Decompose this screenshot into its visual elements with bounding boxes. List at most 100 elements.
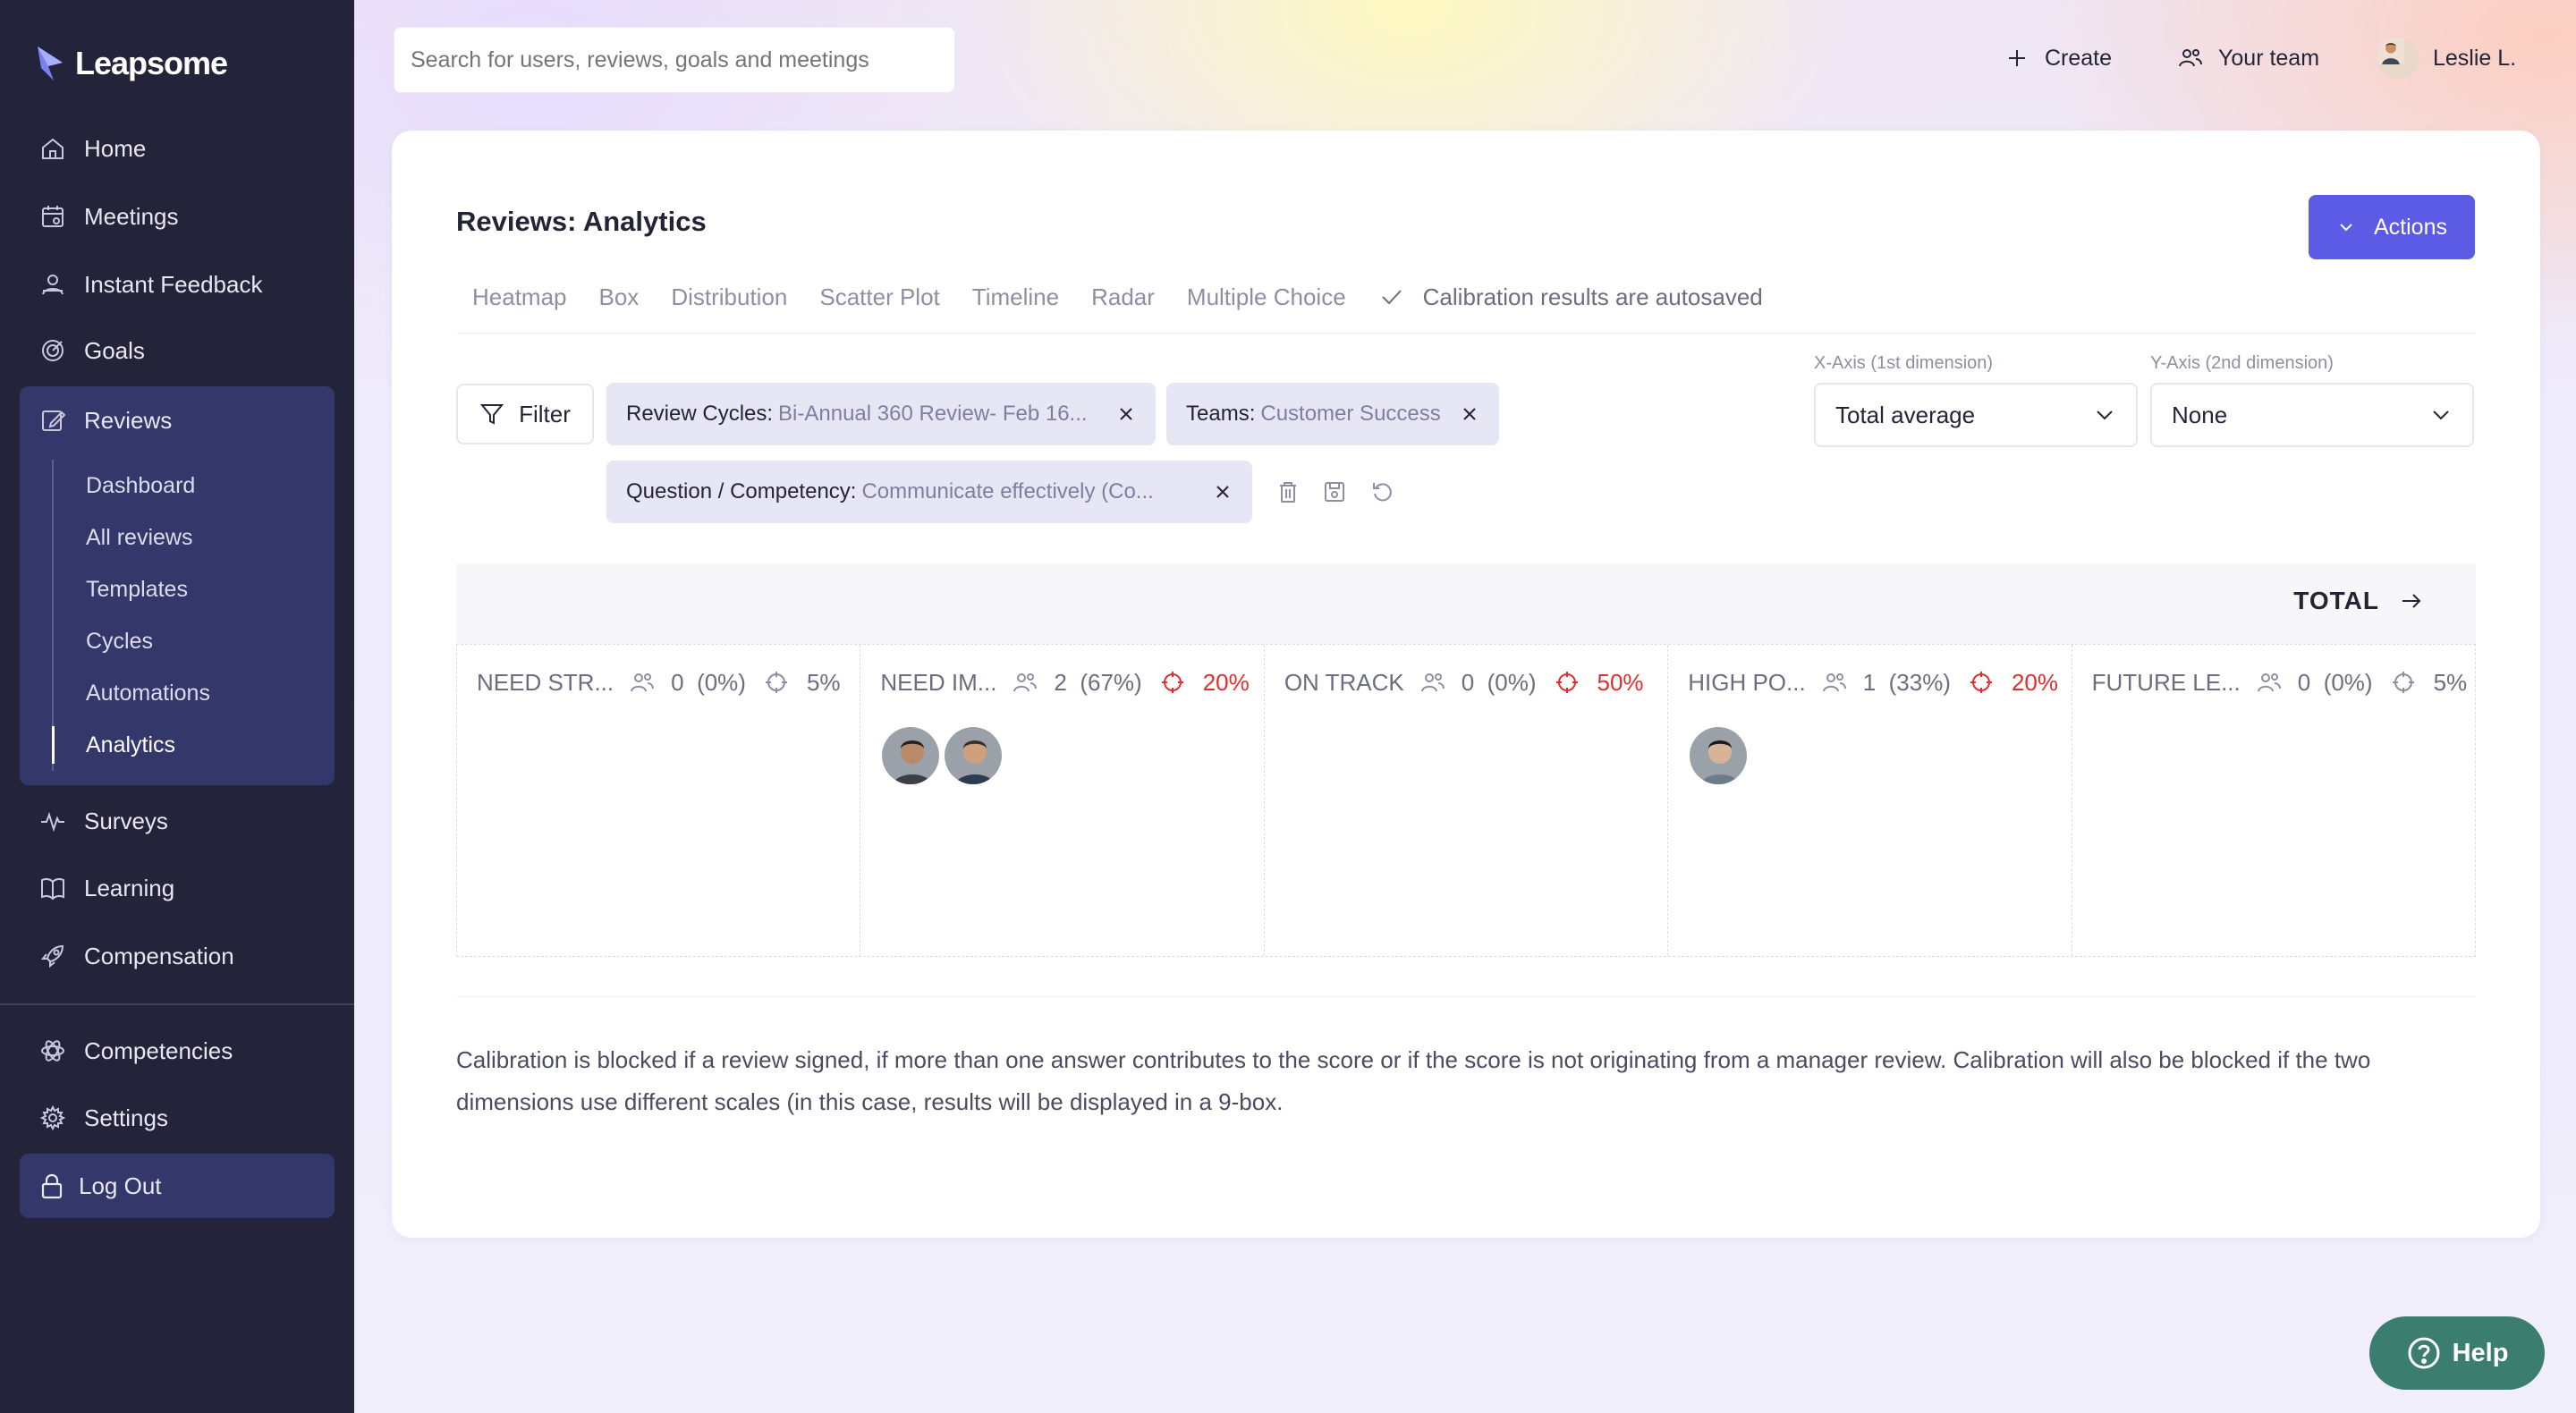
sidebar-item-label: Surveys bbox=[84, 807, 168, 834]
subnav-dashboard[interactable]: Dashboard bbox=[54, 460, 320, 512]
save-icon[interactable] bbox=[1322, 479, 1347, 504]
analytics-tabs: Heatmap Box Distribution Scatter Plot Ti… bbox=[472, 279, 1763, 315]
column-percent: (0%) bbox=[2323, 668, 2373, 696]
reset-icon[interactable] bbox=[1370, 479, 1395, 504]
close-icon[interactable] bbox=[1213, 482, 1233, 502]
column-target: 20% bbox=[2011, 668, 2059, 696]
total-label: TOTAL bbox=[2293, 587, 2379, 614]
autosave-text: Calibration results are autosaved bbox=[1422, 283, 1763, 310]
column-target: 20% bbox=[1202, 668, 1250, 696]
subnav-all-reviews[interactable]: All reviews bbox=[54, 512, 320, 563]
tab-timeline[interactable]: Timeline bbox=[972, 283, 1059, 311]
y-axis-select[interactable]: None bbox=[2150, 383, 2474, 447]
column-name: ON TRACK bbox=[1284, 668, 1404, 696]
calibration-column[interactable]: NEED IM... 2 (67%) 20% bbox=[860, 645, 1265, 956]
sidebar-item-compensation[interactable]: Compensation bbox=[20, 927, 335, 985]
user-menu[interactable]: Leslie L. bbox=[2377, 36, 2516, 80]
user-avatar-icon bbox=[2377, 38, 2404, 64]
subnav-automations[interactable]: Automations bbox=[54, 667, 320, 719]
search-input[interactable] bbox=[394, 27, 955, 93]
calibration-column[interactable]: FUTURE LE... 0 (0%) 5% bbox=[2072, 645, 2475, 956]
crosshair-icon bbox=[765, 672, 787, 693]
page-title: Reviews: Analytics bbox=[456, 206, 707, 237]
calibration-columns: NEED STR... 0 (0%) 5% NEED IM... 2 (67%) 20% O… bbox=[456, 644, 2476, 957]
create-button[interactable]: Create bbox=[2004, 36, 2112, 80]
people-icon bbox=[1420, 673, 1445, 692]
sidebar-item-settings[interactable]: Settings bbox=[20, 1089, 335, 1146]
crosshair-icon bbox=[1161, 672, 1183, 693]
chip-value: Customer Success bbox=[1260, 402, 1441, 426]
sidebar-item-label: Competencies bbox=[84, 1036, 233, 1064]
app-name: Leapsome bbox=[75, 45, 228, 81]
sidebar-item-competencies[interactable]: Competencies bbox=[20, 1022, 335, 1079]
x-axis-value: Total average bbox=[1835, 401, 1976, 428]
sidebar-item-reviews[interactable]: Reviews bbox=[20, 392, 335, 449]
chip-key: Review Cycles: bbox=[626, 402, 774, 426]
sidebar-reviews-group: Reviews Dashboard All reviews Templates … bbox=[20, 386, 335, 785]
chip-key: Question / Competency: bbox=[626, 479, 857, 503]
filter-icon bbox=[479, 404, 504, 425]
sidebar-item-surveys[interactable]: Surveys bbox=[20, 792, 335, 850]
tab-scatter-plot[interactable]: Scatter Plot bbox=[819, 283, 939, 311]
calibration-column[interactable]: ON TRACK 0 (0%) 50% bbox=[1265, 645, 1669, 956]
column-percent: (33%) bbox=[1888, 668, 1951, 696]
help-label: Help bbox=[2452, 1338, 2509, 1367]
filter-chip-teams[interactable]: Teams: Customer Success bbox=[1166, 383, 1499, 445]
gear-icon bbox=[39, 1104, 66, 1131]
column-name: NEED IM... bbox=[880, 668, 997, 696]
calibration-column[interactable]: HIGH PO... 1 (33%) 20% bbox=[1668, 645, 2072, 956]
crosshair-icon bbox=[1555, 672, 1578, 693]
sidebar-item-goals[interactable]: Goals bbox=[20, 322, 335, 379]
column-count: 0 bbox=[1461, 668, 1475, 696]
x-axis-select[interactable]: Total average bbox=[1814, 383, 2138, 447]
user-name: Leslie L. bbox=[2433, 45, 2517, 71]
tab-heatmap[interactable]: Heatmap bbox=[472, 283, 567, 311]
x-axis-label: X-Axis (1st dimension) bbox=[1814, 353, 1994, 373]
crosshair-icon bbox=[2392, 672, 2414, 693]
tab-radar[interactable]: Radar bbox=[1091, 283, 1155, 311]
close-icon[interactable] bbox=[1116, 404, 1136, 424]
subnav-cycles[interactable]: Cycles bbox=[54, 615, 320, 667]
subnav-templates[interactable]: Templates bbox=[54, 563, 320, 615]
people-icon bbox=[1822, 673, 1846, 692]
sidebar-divider bbox=[0, 1003, 354, 1005]
column-header: NEED STR... 0 (0%) 5% bbox=[477, 668, 841, 697]
logout-label: Log Out bbox=[79, 1172, 162, 1199]
subnav-analytics[interactable]: Analytics bbox=[52, 719, 320, 771]
close-icon[interactable] bbox=[1460, 404, 1479, 424]
column-target: 5% bbox=[806, 668, 841, 696]
sidebar-item-label: Meetings bbox=[84, 202, 179, 230]
filter-chip-review-cycles[interactable]: Review Cycles: Bi-Annual 360 Review- Feb… bbox=[606, 383, 1156, 445]
people-icon bbox=[1013, 673, 1038, 692]
sidebar-item-instant-feedback[interactable]: Instant Feedback bbox=[20, 256, 335, 313]
avatar[interactable] bbox=[943, 725, 1004, 786]
tab-box[interactable]: Box bbox=[599, 283, 640, 311]
calibration-note: Calibration is blocked if a review signe… bbox=[456, 1046, 2371, 1115]
logo[interactable]: Leapsome bbox=[36, 41, 228, 86]
tab-distribution[interactable]: Distribution bbox=[671, 283, 787, 311]
help-button[interactable]: Help bbox=[2369, 1316, 2545, 1390]
column-name: FUTURE LE... bbox=[2091, 668, 2241, 696]
your-team-button[interactable]: Your team bbox=[2177, 36, 2319, 80]
column-header: HIGH PO... 1 (33%) 20% bbox=[1688, 668, 2058, 697]
home-icon bbox=[42, 138, 64, 159]
column-percent: (67%) bbox=[1080, 668, 1142, 696]
avatar[interactable] bbox=[880, 725, 942, 786]
total-button[interactable]: TOTAL bbox=[2293, 587, 2424, 615]
sidebar-item-meetings[interactable]: Meetings bbox=[20, 188, 335, 245]
filter-button[interactable]: Filter bbox=[456, 384, 594, 444]
logout-button[interactable]: Log Out bbox=[20, 1154, 335, 1218]
edit-icon bbox=[42, 410, 66, 431]
team-icon bbox=[2179, 49, 2202, 67]
actions-button[interactable]: Actions bbox=[2309, 195, 2475, 259]
sidebar-item-label: Goals bbox=[84, 336, 145, 364]
sidebar-item-label: Instant Feedback bbox=[84, 270, 263, 298]
calibration-column[interactable]: NEED STR... 0 (0%) 5% bbox=[457, 645, 861, 956]
tab-multiple-choice[interactable]: Multiple Choice bbox=[1187, 283, 1346, 311]
sidebar-item-home[interactable]: Home bbox=[20, 120, 335, 177]
sidebar-item-learning[interactable]: Learning bbox=[20, 859, 335, 917]
avatar[interactable] bbox=[1688, 725, 1750, 786]
filter-chip-question-competency[interactable]: Question / Competency: Communicate effec… bbox=[606, 461, 1252, 523]
trash-icon[interactable] bbox=[1275, 479, 1301, 504]
column-target: 5% bbox=[2433, 668, 2468, 696]
